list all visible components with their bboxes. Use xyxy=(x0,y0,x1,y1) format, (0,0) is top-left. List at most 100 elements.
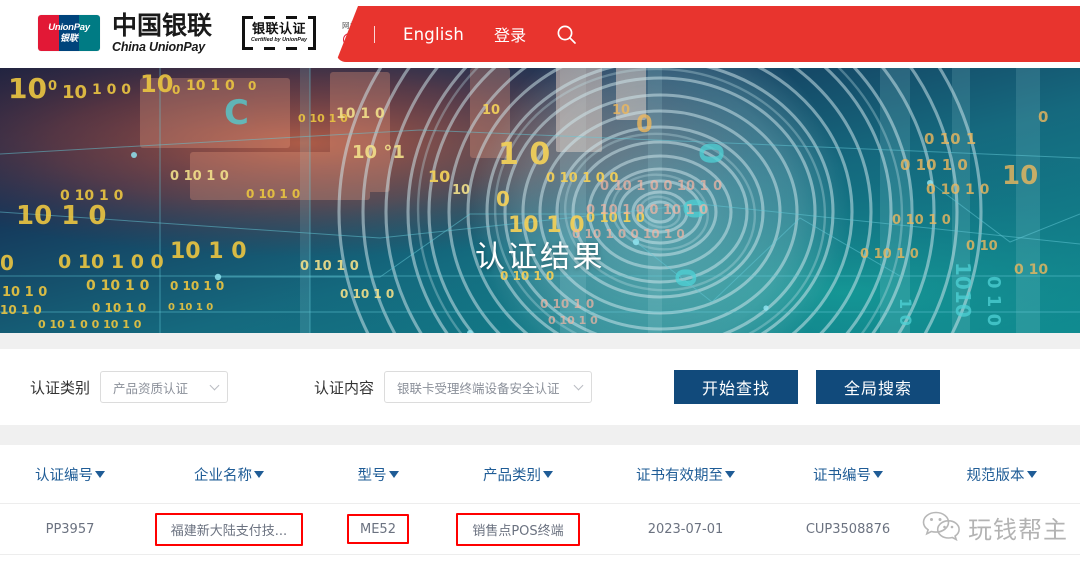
svg-text:0 10 1 0: 0 10 1 0 xyxy=(170,169,229,184)
filter-category-value: 产品资质认证 xyxy=(113,380,189,396)
svg-text:1 0: 1 0 xyxy=(498,137,550,172)
svg-text:C: C xyxy=(224,93,249,133)
filter-bar: 认证类别 产品资质认证 认证内容 银联卡受理终端设备安全认证 开始查找 全局搜索 xyxy=(0,349,1080,425)
svg-text:0 10 1 0: 0 10 1 0 xyxy=(92,301,146,315)
svg-text:0 10 1: 0 10 1 xyxy=(924,130,976,148)
global-search-button[interactable]: 全局搜索 xyxy=(816,370,941,404)
brand-name-en: China UnionPay xyxy=(112,40,206,54)
svg-text:0: 0 xyxy=(172,83,180,97)
svg-text:0 1 0: 0 1 0 xyxy=(983,276,1004,326)
filter-category-group: 认证类别 产品资质认证 xyxy=(30,371,229,403)
svg-text:0 10 1 0: 0 10 1 0 xyxy=(168,302,213,313)
results-table: 认证编号 企业名称 型号 产品类别 证书有效期至 证书编号 规范版本 PP395… xyxy=(0,445,1080,583)
caret-down-icon xyxy=(388,470,399,478)
svg-text:0 10 1 0: 0 10 1 0 xyxy=(170,279,224,293)
col-cert-id-label: 证书编号 xyxy=(813,467,871,484)
svg-text:0 10 1 0: 0 10 1 0 xyxy=(892,213,951,228)
cell-cert-id: CUP3508876 xyxy=(805,521,891,537)
col-model[interactable]: 型号 xyxy=(318,464,438,485)
caret-down-icon xyxy=(725,470,735,478)
svg-text:10 °1: 10 °1 xyxy=(352,142,405,163)
start-search-button[interactable]: 开始查找 xyxy=(674,370,799,404)
hero-title: 认证结果 xyxy=(475,240,605,275)
filter-content-group: 认证内容 银联卡受理终端设备安全认证 xyxy=(314,371,593,403)
svg-text:0: 0 xyxy=(1038,108,1048,126)
cell-model-highlight: ME52 xyxy=(347,514,409,544)
cell-cert-no: PP3957 xyxy=(45,521,95,537)
top-bar: UnionPay 银联 中国银联 China UnionPay 银联认证 Cer… xyxy=(0,0,1080,68)
table-row[interactable]: PP3957 福建新大陆支付技... ME52 销售点POS终端 2023-07… xyxy=(0,503,1080,555)
filter-content-label: 认证内容 xyxy=(314,378,375,397)
filter-content-select[interactable]: 银联卡受理终端设备安全认证 xyxy=(384,371,593,403)
brand-wordmark: 中国银联 China UnionPay xyxy=(112,13,212,54)
cell-model: ME52 xyxy=(318,514,438,544)
page-root: UnionPay 银联 中国银联 China UnionPay 银联认证 Cer… xyxy=(0,0,1080,583)
col-spec-version[interactable]: 规范版本 xyxy=(923,464,1080,485)
filter-category-select[interactable]: 产品资质认证 xyxy=(100,371,229,403)
col-valid-until[interactable]: 证书有效期至 xyxy=(598,464,773,485)
svg-text:0 10 1 0: 0 10 1 0 xyxy=(540,297,594,311)
svg-text:1 0: 1 0 xyxy=(896,298,915,326)
cell-company: 福建新大陆支付技... xyxy=(140,512,318,546)
caret-down-icon xyxy=(873,470,883,478)
svg-text:0 10 1 0: 0 10 1 0 xyxy=(246,187,300,201)
svg-text:10: 10 xyxy=(428,167,450,186)
svg-text:0 10 1 0: 0 10 1 0 xyxy=(548,314,598,327)
svg-text:0 10 1 0: 0 10 1 0 xyxy=(900,156,968,174)
svg-text:10 1 0: 10 1 0 xyxy=(0,303,42,317)
cell-valid-until: 2023-07-01 xyxy=(647,521,724,537)
svg-text:10: 10 xyxy=(612,103,630,118)
svg-text:10: 10 xyxy=(482,103,500,118)
col-company[interactable]: 企业名称 xyxy=(140,464,318,485)
svg-text:1 0 0: 1 0 0 xyxy=(92,82,131,98)
brand-name-zh: 中国银联 xyxy=(112,11,213,40)
svg-text:0 10 1 0: 0 10 1 0 xyxy=(926,182,990,198)
cell-product-type-highlight: 销售点POS终端 xyxy=(456,512,580,546)
search-icon[interactable] xyxy=(556,24,577,45)
filter-category-label: 认证类别 xyxy=(30,378,91,397)
svg-text:0 10 1 0 0 10 1 0: 0 10 1 0 0 10 1 0 xyxy=(600,179,722,194)
svg-text:0 10 1 0: 0 10 1 0 xyxy=(86,278,150,294)
cell-product-type: 销售点POS终端 xyxy=(438,512,598,546)
col-cert-no[interactable]: 认证编号 xyxy=(0,464,140,485)
logo-mark-line1: UnionPay xyxy=(48,22,90,34)
caret-down-icon xyxy=(254,470,264,478)
nav-login[interactable]: 登录 xyxy=(494,22,526,46)
svg-text:10: 10 xyxy=(62,82,87,103)
col-model-label: 型号 xyxy=(357,467,387,484)
col-valid-until-label: 证书有效期至 xyxy=(636,467,723,484)
col-company-label: 企业名称 xyxy=(194,467,252,484)
certified-mark-en: Certified by UnionPay xyxy=(251,37,308,44)
svg-text:0: 0 xyxy=(248,79,256,93)
col-product-type-label: 产品类别 xyxy=(483,467,541,484)
svg-text:0: 0 xyxy=(636,110,653,138)
brand-logo-group[interactable]: UnionPay 银联 中国银联 China UnionPay 银联认证 Cer… xyxy=(38,13,374,54)
svg-text:10 1 0: 10 1 0 xyxy=(186,78,235,94)
svg-text:10: 10 xyxy=(1002,161,1038,191)
nav-divider xyxy=(374,25,375,43)
svg-text:0: 0 xyxy=(496,187,510,211)
svg-text:0: 0 xyxy=(692,142,730,164)
svg-text:0 10 1 0 0 10 1 0: 0 10 1 0 0 10 1 0 xyxy=(38,318,142,331)
col-product-type[interactable]: 产品类别 xyxy=(438,464,598,485)
cell-company-highlight: 福建新大陆支付技... xyxy=(154,512,304,546)
svg-text:10 1 0: 10 1 0 xyxy=(16,201,106,231)
col-cert-no-label: 认证编号 xyxy=(35,467,93,484)
hero-banner: 10 0 10 1 0 0 10 0 10 1 0 0 0 10 1 0 10 … xyxy=(0,62,1080,333)
nav-links: English 登录 xyxy=(336,6,577,62)
unionpay-logo-mark: UnionPay 银联 xyxy=(38,15,100,52)
svg-text:10: 10 xyxy=(452,183,470,198)
svg-text:0 10 1 0: 0 10 1 0 xyxy=(340,287,394,301)
svg-text:10: 10 xyxy=(140,70,173,98)
caret-down-icon xyxy=(543,470,553,478)
svg-text:10: 10 xyxy=(8,72,47,105)
chevron-down-icon xyxy=(573,380,584,391)
svg-text:10 1 0: 10 1 0 xyxy=(336,106,385,122)
svg-text:0 10 1 0 0 10 1 0: 0 10 1 0 0 10 1 0 xyxy=(586,203,708,218)
hero-background-art: 10 0 10 1 0 0 10 0 10 1 0 0 0 10 1 0 10 … xyxy=(0,62,1080,333)
nav-english[interactable]: English xyxy=(403,25,464,44)
chevron-down-icon xyxy=(209,380,220,391)
svg-text:0: 0 xyxy=(48,79,57,94)
unionpay-certified-mark: 银联认证 Certified by UnionPay xyxy=(242,16,317,51)
col-cert-id[interactable]: 证书编号 xyxy=(773,464,923,485)
